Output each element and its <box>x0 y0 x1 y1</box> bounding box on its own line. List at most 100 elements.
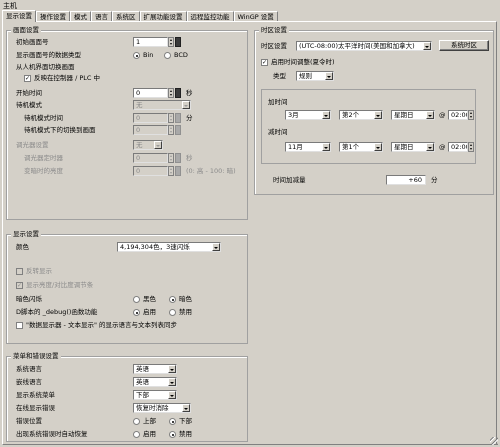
dst-type-label: 类型 <box>273 72 286 80</box>
show-menu-value: 下部 <box>136 391 149 399</box>
font-language-select[interactable]: 英语 <box>133 377 177 387</box>
standby-switch-input[interactable]: 0 <box>133 125 168 135</box>
initial-screen-keypad-button[interactable] <box>175 37 181 47</box>
data-type-label: 显示画面号的数据类型 <box>16 51 81 59</box>
start-at-symbol: @ <box>439 111 446 119</box>
standby-value: 无 <box>136 101 143 109</box>
auto-recover-disable-radio[interactable] <box>169 431 176 438</box>
sync-language-checkbox[interactable] <box>16 322 23 329</box>
chevron-down-icon <box>154 141 162 149</box>
dimmer-brightness-spinner[interactable] <box>168 166 174 176</box>
start-day-select[interactable]: 星期日 <box>391 110 435 120</box>
error-top-radio[interactable] <box>133 418 140 425</box>
resize-grip[interactable] <box>490 437 498 445</box>
debug-disable-radio[interactable] <box>169 309 176 316</box>
dimmer-timer-keypad-button[interactable] <box>175 153 181 163</box>
start-week-select[interactable]: 第2个 <box>339 110 383 120</box>
auto-recover-disable-label: 禁用 <box>179 430 192 438</box>
end-label: 减时间 <box>268 128 288 136</box>
error-bottom-radio[interactable] <box>169 418 176 425</box>
reflect-checkbox[interactable]: ✓ <box>24 75 31 82</box>
dark-radio[interactable] <box>169 296 176 303</box>
time-offset-input[interactable]: +60 <box>386 175 426 185</box>
menu-error-group: 菜单和错误设置 系统语言 英语 嵌线语言 英语 显示系统菜单 下部 在线显示错误… <box>6 352 248 442</box>
end-at-symbol: @ <box>439 143 446 151</box>
standby-select[interactable]: 无 <box>133 100 191 110</box>
reverse-label: 反转显示 <box>26 267 52 275</box>
dimmer-brightness-input[interactable]: 0 <box>133 166 168 176</box>
chevron-down-icon <box>182 101 190 109</box>
chevron-down-icon <box>426 143 434 151</box>
tab-display-settings[interactable]: 显示设置 <box>2 10 36 22</box>
chevron-down-icon <box>426 111 434 119</box>
standby-switch-label: 待机模式下的切换到画面 <box>24 126 96 134</box>
system-language-select[interactable]: 英语 <box>133 364 177 374</box>
color-select[interactable]: 4,194,304色，3速闪烁 <box>117 242 221 252</box>
show-menu-label: 显示系统菜单 <box>16 391 55 399</box>
time-zone-label: 时区设置 <box>261 42 287 50</box>
dimmer-brightness-label: 变暗时的亮度 <box>24 167 63 175</box>
time-offset-unit: 分 <box>431 176 438 184</box>
online-error-select[interactable]: 恢复时消除 <box>133 403 191 413</box>
black-radio[interactable] <box>133 296 140 303</box>
end-time-field[interactable]: 02:00 <box>448 142 468 152</box>
start-label: 加时间 <box>268 98 288 106</box>
bin-radio[interactable] <box>133 52 140 59</box>
show-menu-select[interactable]: 下部 <box>133 390 177 400</box>
start-time-spinner[interactable] <box>168 88 174 98</box>
end-day-value: 星期日 <box>394 143 414 151</box>
standby-time-keypad-button[interactable] <box>175 113 181 123</box>
standby-switch-keypad-button[interactable] <box>175 125 181 135</box>
chevron-down-icon <box>374 111 382 119</box>
dark-flash-label: 暗色闪烁 <box>16 295 42 303</box>
system-language-label: 系统语言 <box>16 365 42 373</box>
end-week-value: 第1个 <box>342 143 360 151</box>
chevron-down-icon <box>322 143 330 151</box>
start-time-field-spinner[interactable] <box>468 110 474 120</box>
time-zone-group: 时区设置 时区设置 (UTC-08:00)太平洋时间(美国和加拿大) 系统时区 … <box>254 26 494 195</box>
error-position-label: 错误位置 <box>16 417 42 425</box>
dimmer-select[interactable]: 无 <box>133 140 163 150</box>
end-time-field-spinner[interactable] <box>468 142 474 152</box>
dimmer-timer-spinner[interactable] <box>168 153 174 163</box>
debug-function-label: D脚本的 _debug()函数功能 <box>16 308 98 316</box>
start-time-input[interactable]: 0 <box>133 88 168 98</box>
debug-disable-label: 禁用 <box>179 308 192 316</box>
auto-recover-enable-radio[interactable] <box>133 431 140 438</box>
end-month-select[interactable]: 11月 <box>285 142 331 152</box>
dimmer-brightness-keypad-button[interactable] <box>175 166 181 176</box>
reverse-checkbox[interactable] <box>16 268 23 275</box>
brightness-contrast-checkbox[interactable]: ✓ <box>16 282 23 289</box>
time-zone-select[interactable]: (UTC-08:00)太平洋时间(美国和加拿大) <box>296 41 432 51</box>
standby-switch-spinner[interactable] <box>168 125 174 135</box>
debug-enable-radio[interactable] <box>133 309 140 316</box>
start-day-value: 星期日 <box>394 111 414 119</box>
dimmer-timer-input[interactable]: 0 <box>133 153 168 163</box>
end-week-select[interactable]: 第1个 <box>339 142 383 152</box>
standby-time-input[interactable]: 0 <box>133 113 168 123</box>
color-label: 颜色 <box>16 243 29 251</box>
initial-screen-spinner[interactable] <box>168 37 174 47</box>
bcd-radio[interactable] <box>164 52 171 59</box>
end-day-select[interactable]: 星期日 <box>391 142 435 152</box>
time-zone-title: 时区设置 <box>259 26 289 35</box>
start-month-select[interactable]: 3月 <box>285 110 331 120</box>
sync-language-label: "数据显示器 - 文本显示" 的显示语言与文本列表同步 <box>26 321 178 329</box>
start-time-field[interactable]: 02:00 <box>448 110 468 120</box>
start-time-keypad-button[interactable] <box>175 88 181 98</box>
initial-screen-input[interactable]: 1 <box>133 37 168 47</box>
start-week-value: 第2个 <box>342 111 360 119</box>
start-month-value: 3月 <box>288 111 299 119</box>
dst-type-select[interactable]: 规则 <box>296 71 334 81</box>
online-error-value: 恢复时消除 <box>136 404 169 412</box>
dst-rule-box: 加时间 3月 第2个 星期日 @ 02:00 减时间 11月 第1个 星期日 @… <box>261 89 476 164</box>
debug-enable-label: 启用 <box>143 308 156 316</box>
chevron-down-icon <box>168 378 176 386</box>
standby-time-spinner[interactable] <box>168 113 174 123</box>
font-language-value: 英语 <box>136 378 149 386</box>
system-language-value: 英语 <box>136 365 149 373</box>
brightness-contrast-label: 显示亮度/对比度调节条 <box>26 281 94 289</box>
system-time-zone-button[interactable]: 系统时区 <box>439 40 489 51</box>
dst-checkbox[interactable]: ✓ <box>261 59 268 66</box>
initial-screen-label: 初始画面号 <box>16 38 49 46</box>
